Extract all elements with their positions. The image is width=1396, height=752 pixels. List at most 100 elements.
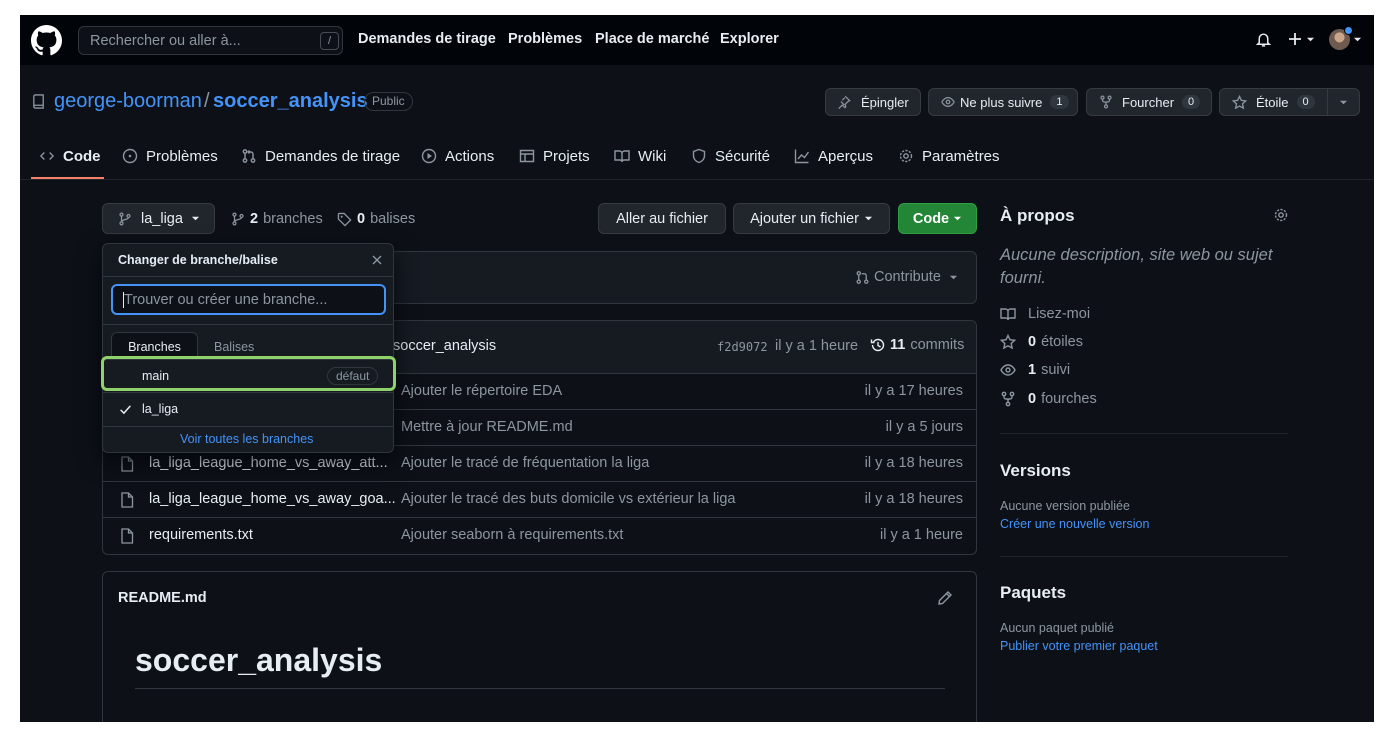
branch-search-input[interactable]: Trouver ou créer une branche... [111, 284, 386, 315]
star-divider [1327, 89, 1328, 115]
branch-item-la-liga[interactable]: la_liga [103, 393, 393, 426]
commits-label: commits [910, 337, 965, 353]
create-new-menu[interactable] [1287, 31, 1315, 47]
code-button[interactable]: Code [898, 203, 977, 234]
tab-label: Wiki [638, 147, 667, 165]
notifications-bell-icon[interactable] [1255, 31, 1272, 48]
highlight-outline [101, 356, 396, 391]
nav-explore[interactable]: Explorer [720, 31, 779, 47]
add-file-button[interactable]: Ajouter un fichier [733, 203, 890, 234]
nav-marketplace[interactable]: Place de marché [595, 31, 709, 47]
branch-search-placeholder: Trouver ou créer une branche... [124, 292, 328, 308]
pull-request-icon [242, 149, 256, 163]
file-commit-message[interactable]: Ajouter seaborn à requirements.txt [401, 527, 623, 543]
pull-request-icon [856, 270, 869, 284]
latest-commit-message[interactable]: soccer_analysis [393, 338, 496, 354]
tab-projects[interactable]: Projets [519, 145, 590, 167]
edit-pencil-icon[interactable] [937, 590, 953, 606]
file-commit-message[interactable]: Ajouter le tracé des buts domicile vs ex… [401, 491, 735, 507]
github-logo-icon[interactable] [31, 25, 62, 56]
dropdown-title: Changer de branche/balise [118, 253, 278, 267]
tab-security[interactable]: Sécurité [691, 145, 770, 167]
tab-label: Code [63, 147, 101, 165]
tab-actions[interactable]: Actions [421, 145, 494, 167]
repo-path-separator: / [204, 90, 210, 112]
commit-sha[interactable]: f2d9072 [717, 340, 768, 354]
watch-button[interactable]: Ne plus suivre 1 [928, 88, 1078, 116]
tab-code[interactable]: Code [39, 145, 101, 167]
branch-item-name: la_liga [142, 402, 179, 416]
file-row[interactable]: requirements.txt Ajouter seaborn à requi… [103, 517, 976, 553]
repo-icon [31, 94, 46, 109]
go-to-file-button[interactable]: Aller au fichier [598, 203, 726, 234]
file-icon [121, 456, 134, 472]
publish-package-link[interactable]: Publier votre premier paquet [1000, 639, 1158, 653]
branches-count: 2 [250, 211, 259, 227]
branch-select-button[interactable]: la_liga [102, 203, 215, 234]
readme-heading-rule [135, 688, 945, 689]
pin-button[interactable]: Épingler [825, 88, 921, 116]
search-shortcut-hint: / [320, 32, 339, 50]
nav-pull-requests[interactable]: Demandes de tirage [358, 31, 496, 47]
branches-link[interactable]: 2 branches [231, 211, 323, 227]
repo-owner-link[interactable]: george-boorman [54, 90, 202, 113]
gear-icon[interactable] [1273, 207, 1289, 223]
file-commit-message[interactable]: Ajouter le tracé de fréquentation la lig… [401, 455, 649, 471]
nav-issues[interactable]: Problèmes [508, 31, 582, 47]
global-search-input[interactable]: Rechercher ou aller à... / [78, 26, 343, 55]
user-menu[interactable] [1329, 26, 1362, 50]
branch-name: la_liga [141, 210, 183, 227]
watchers-link[interactable]: 1 suivi [1000, 362, 1070, 378]
view-all-branches-link[interactable]: Voir toutes les branches [180, 432, 313, 446]
stars-link[interactable]: 0 étoiles [1000, 334, 1083, 350]
file-name[interactable]: requirements.txt [149, 527, 253, 543]
pin-label: Épingler [861, 94, 909, 110]
add-file-label: Ajouter un fichier [750, 210, 859, 227]
star-button[interactable]: Étoile 0 [1219, 88, 1360, 116]
chevron-down-icon [1306, 37, 1315, 41]
close-icon[interactable] [371, 254, 383, 266]
fork-icon [1100, 95, 1112, 109]
repo-name-link[interactable]: soccer_analysis [213, 90, 368, 113]
fork-button[interactable]: Fourcher 0 [1086, 88, 1212, 116]
packages-none: Aucun paquet publié [1000, 621, 1114, 635]
tab-insights[interactable]: Aperçus [794, 145, 873, 167]
tab-settings[interactable]: Paramètres [898, 145, 1000, 167]
plus-icon [1289, 33, 1301, 45]
file-commit-message[interactable]: Mettre à jour README.md [401, 419, 573, 435]
fork-icon [1001, 391, 1015, 407]
tab-issues[interactable]: Problèmes [122, 145, 218, 167]
app-window: Rechercher ou aller à... / Demandes de t… [20, 15, 1374, 722]
contribute-button[interactable]: Contribute [855, 269, 958, 285]
branch-icon [119, 212, 131, 225]
commits-count: 11 [890, 337, 906, 353]
packages-title[interactable]: Paquets [1000, 583, 1066, 603]
file-name[interactable]: la_liga_league_home_vs_away_att... [149, 455, 388, 471]
table-icon [519, 149, 535, 163]
pin-icon [838, 95, 851, 109]
tab-tags[interactable]: Balises [214, 340, 254, 354]
releases-title[interactable]: Versions [1000, 461, 1071, 481]
file-commit-message[interactable]: Ajouter le répertoire EDA [401, 383, 562, 399]
book-icon [614, 150, 630, 163]
tabs-divider [20, 179, 1374, 180]
file-icon [121, 492, 134, 508]
file-commit-time: il y a 18 heures [864, 455, 963, 471]
file-name[interactable]: la_liga_league_home_vs_away_goa... [149, 491, 396, 507]
forks-label: fourches [1041, 391, 1097, 407]
chevron-down-icon[interactable] [1339, 98, 1348, 107]
tab-wiki[interactable]: Wiki [614, 145, 666, 167]
file-row[interactable]: la_liga_league_home_vs_away_goa... Ajout… [103, 481, 976, 517]
shield-icon [692, 148, 706, 164]
dropdown-divider [103, 324, 393, 325]
tags-link[interactable]: 0 balises [337, 211, 415, 227]
forks-count: 0 [1028, 391, 1037, 407]
forks-link[interactable]: 0 fourches [1000, 391, 1097, 407]
notification-dot [1344, 26, 1353, 35]
tags-label: balises [370, 211, 416, 227]
readme-link[interactable]: Lisez-moi [1000, 306, 1090, 322]
search-placeholder: Rechercher ou aller à... [90, 33, 241, 49]
create-release-link[interactable]: Créer une nouvelle version [1000, 517, 1149, 531]
tab-pull-requests[interactable]: Demandes de tirage [241, 145, 400, 167]
commits-history-link[interactable]: 11 commits [870, 337, 964, 353]
